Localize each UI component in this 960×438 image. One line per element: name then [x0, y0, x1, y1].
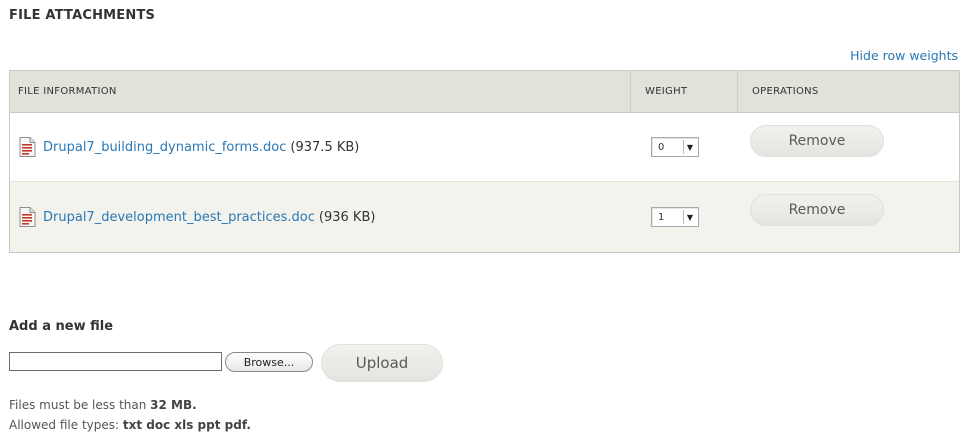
remove-button[interactable]: Remove — [750, 194, 884, 226]
weight-select[interactable]: 1 ▼ — [651, 207, 699, 227]
file-link[interactable]: Drupal7_development_best_practices.doc — [43, 210, 315, 225]
weight-cell: 1 ▼ — [631, 182, 738, 252]
header-weight: WEIGHT — [631, 71, 738, 112]
allowed-types-value: txt doc xls ppt pdf. — [122, 418, 251, 432]
dropdown-arrow-icon: ▼ — [683, 210, 696, 224]
header-file-information: FILE INFORMATION — [10, 71, 631, 112]
dropdown-arrow-icon: ▼ — [683, 140, 696, 154]
remove-button[interactable]: Remove — [750, 125, 884, 157]
weight-cell: 0 ▼ — [631, 113, 738, 181]
file-attachments-table: FILE INFORMATION WEIGHT OPERATIONS Drupa… — [9, 70, 960, 253]
file-path-field[interactable] — [9, 352, 222, 371]
upload-button[interactable]: Upload — [321, 344, 443, 382]
document-icon — [19, 207, 36, 227]
file-size: (937.5 KB) — [290, 139, 360, 155]
file-size: (936 KB) — [318, 209, 376, 225]
browse-button[interactable]: Browse... — [225, 352, 313, 372]
weight-value: 0 — [658, 141, 665, 153]
file-information-cell: Drupal7_development_best_practices.doc (… — [10, 182, 631, 252]
add-new-file-label: Add a new file — [9, 319, 114, 334]
document-icon — [19, 137, 36, 157]
weight-value: 1 — [658, 211, 665, 223]
weight-select[interactable]: 0 ▼ — [651, 137, 699, 157]
max-size-help-text: Files must be less than 32 MB. — [9, 398, 197, 412]
operations-cell: Remove — [738, 182, 959, 252]
operations-cell: Remove — [738, 113, 959, 181]
section-title: FILE ATTACHMENTS — [9, 8, 156, 23]
max-size-value: 32 MB. — [150, 398, 197, 412]
table-row: Drupal7_building_dynamic_forms.doc (937.… — [10, 113, 959, 182]
table-row: Drupal7_development_best_practices.doc (… — [10, 182, 959, 252]
allowed-types-help-text: Allowed file types: txt doc xls ppt pdf. — [9, 418, 251, 432]
header-operations: OPERATIONS — [752, 86, 819, 97]
file-link[interactable]: Drupal7_building_dynamic_forms.doc — [43, 140, 286, 155]
allowed-types-prefix: Allowed file types: — [9, 418, 123, 432]
hide-row-weights-link[interactable]: Hide row weights — [850, 48, 958, 63]
max-size-prefix: Files must be less than — [9, 398, 151, 412]
file-information-cell: Drupal7_building_dynamic_forms.doc (937.… — [10, 113, 631, 181]
table-header: FILE INFORMATION WEIGHT OPERATIONS — [10, 71, 959, 113]
